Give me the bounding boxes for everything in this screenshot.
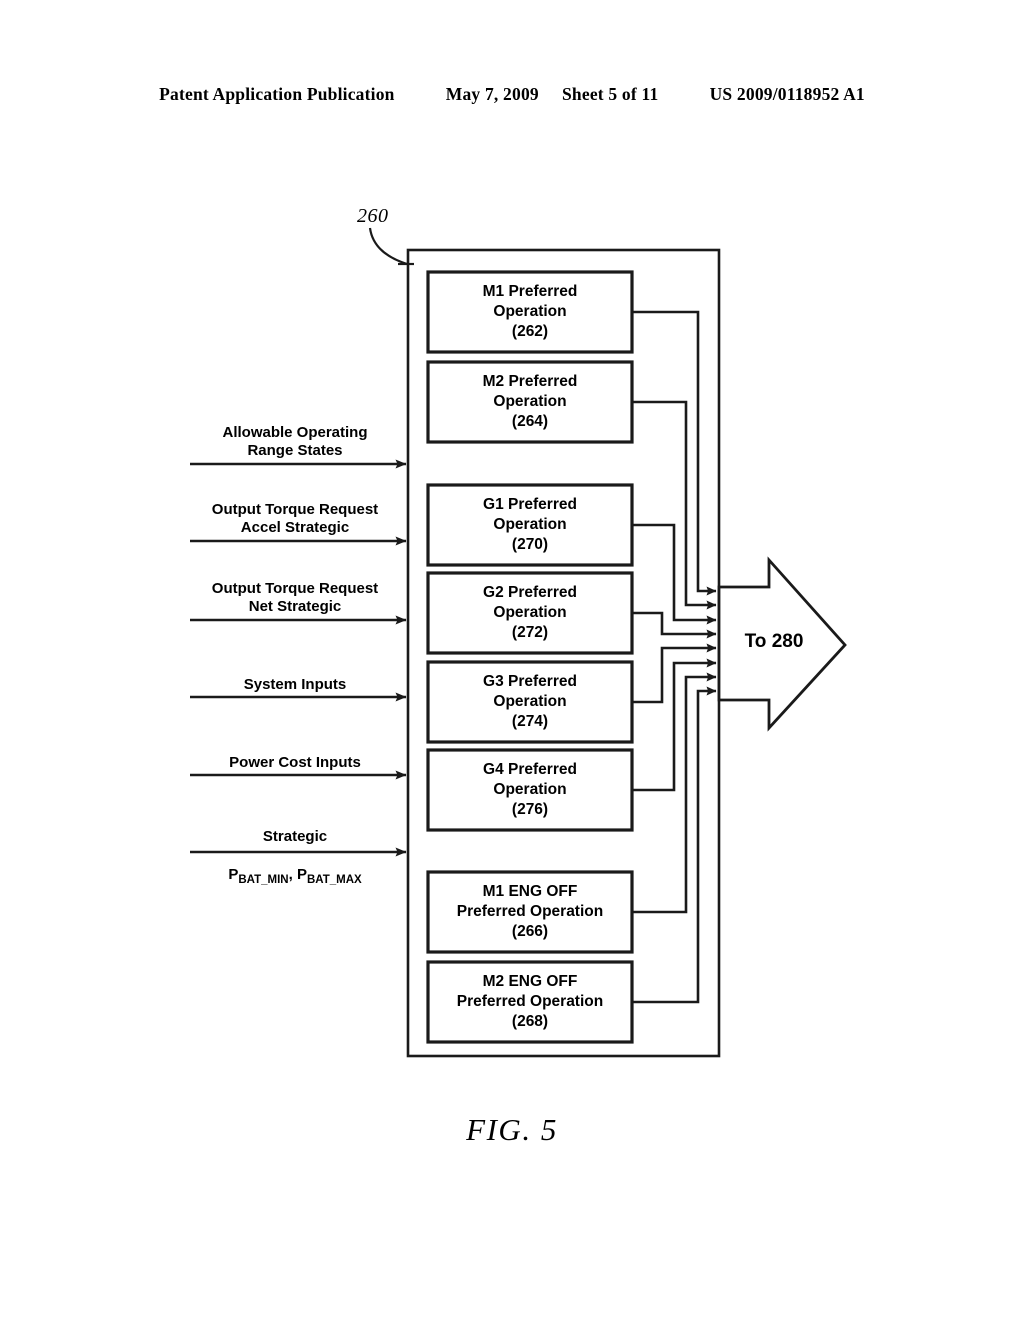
input-label-power-cost-inputs: Power Cost Inputs [229,754,361,771]
figure-caption: FIG. 5 [466,1112,558,1147]
box-m1-eng-off-preferred-operation [426,870,634,954]
pbat-max-symbol: P [296,866,307,883]
input-label-allowable-operating-range-states: Allowable Operating Range States [222,424,368,459]
box-g4-preferred-operation [426,748,634,832]
link-g4-preferred-operation [632,658,717,792]
box-m2-eng-off-preferred-operation [426,960,634,1044]
input-label-output-torque-request-accel-strategic: Output Torque Request Accel Strategic [211,501,379,536]
strategic-pbat-line2: PBAT_MIN, PBAT_MAX [185,865,405,890]
input-label-system-inputs: System Inputs [243,676,347,693]
pbat-min-subscript: BAT_MIN [238,874,289,886]
ref-number-260: 260 [357,205,389,227]
input-label-strategic-pbat: Strategic PBAT_MIN, PBAT_MAX [185,808,405,909]
box-g2-preferred-operation [426,571,634,655]
input-label-output-torque-request-net-strategic: Output Torque Request Net Strategic [211,580,379,615]
pbat-separator: , [288,866,297,883]
to-280-label: To 280 [744,631,804,652]
pbat-min-symbol: P [228,866,239,883]
box-g3-preferred-operation [426,660,634,744]
box-g1-preferred-operation [426,483,634,567]
box-m1-preferred-operation [426,270,634,354]
pbat-max-subscript: BAT_MAX [306,874,362,886]
box-m2-preferred-operation [426,360,634,444]
strategic-pbat-line1: Strategic [262,828,328,845]
